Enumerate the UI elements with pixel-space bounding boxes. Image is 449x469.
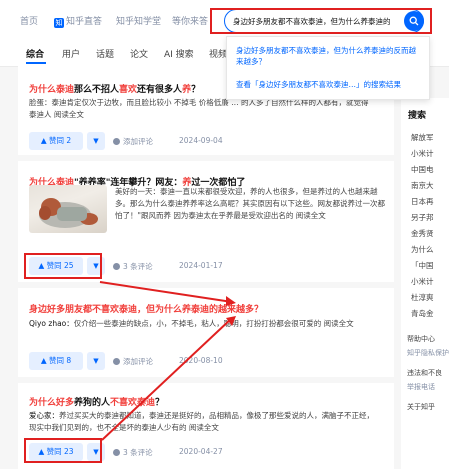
suggestion-item[interactable]: 身边好多朋友都不喜欢泰迪，但为什么养泰迪的反而越来越多？ bbox=[236, 45, 422, 67]
search-suggestion-dropdown: 身边好多朋友都不喜欢泰迪，但为什么养泰迪的反而越来越多？ 查看「身边好多朋友都不… bbox=[226, 36, 430, 100]
suggestion-search-all[interactable]: 查看「身边好多朋友都不喜欢泰迪…」的搜索结果 bbox=[236, 79, 426, 90]
